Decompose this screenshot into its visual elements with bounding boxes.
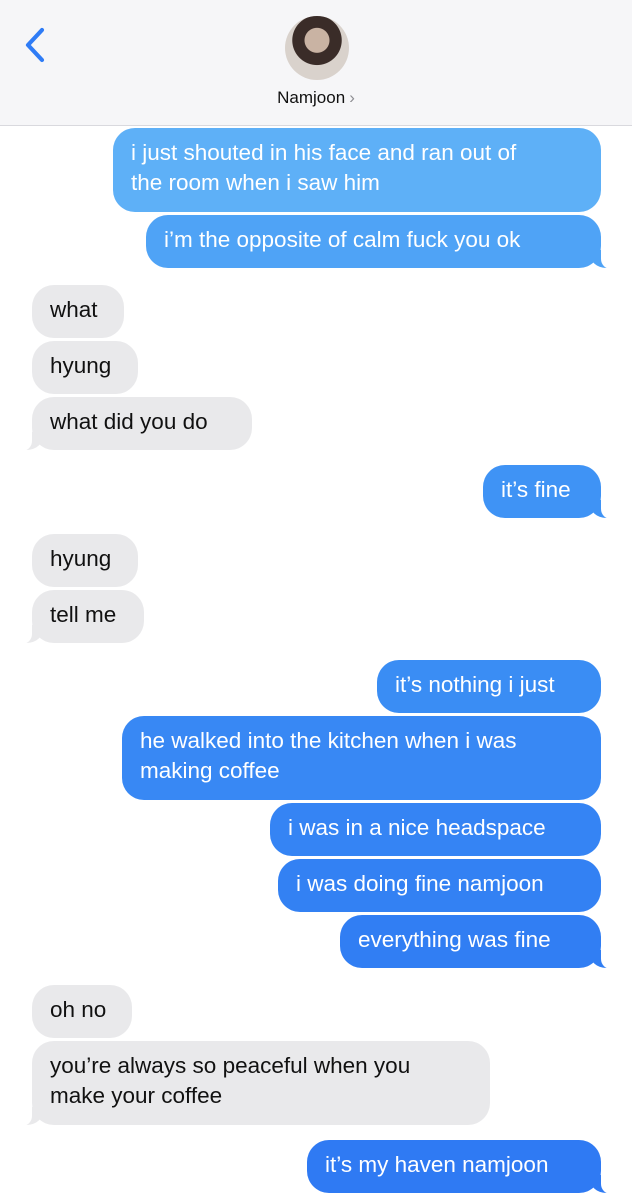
message-bubble-received[interactable]: what (32, 285, 124, 338)
message-bubble-received[interactable]: you’re always so peaceful when you make … (20, 1041, 490, 1126)
message-bubble-sent[interactable]: i was doing fine namjoon (278, 859, 601, 912)
message-bubble-sent[interactable]: i’m the opposite of calm fuck you ok (146, 215, 613, 269)
message-bubble-received[interactable]: what did you do (20, 397, 252, 451)
message-bubble-received[interactable]: hyung (32, 341, 138, 394)
message-bubble-received[interactable]: tell me (20, 590, 144, 644)
message-bubble-sent[interactable]: it’s my haven namjoon (307, 1140, 613, 1194)
message-bubble-sent[interactable]: i just shouted in his face and ran out o… (113, 128, 601, 212)
message-bubble-sent[interactable]: it’s fine (483, 465, 613, 519)
message-bubble-sent[interactable]: he walked into the kitchen when i was ma… (122, 716, 601, 800)
message-bubble-received[interactable]: hyung (32, 534, 138, 587)
message-bubble-sent[interactable]: everything was fine (340, 915, 613, 969)
message-thread: i just shouted in his face and ran out o… (0, 0, 632, 1200)
message-bubble-sent[interactable]: i was in a nice headspace (270, 803, 601, 856)
message-bubble-sent[interactable]: it’s nothing i just (377, 660, 601, 713)
message-bubble-received[interactable]: oh no (32, 985, 132, 1038)
